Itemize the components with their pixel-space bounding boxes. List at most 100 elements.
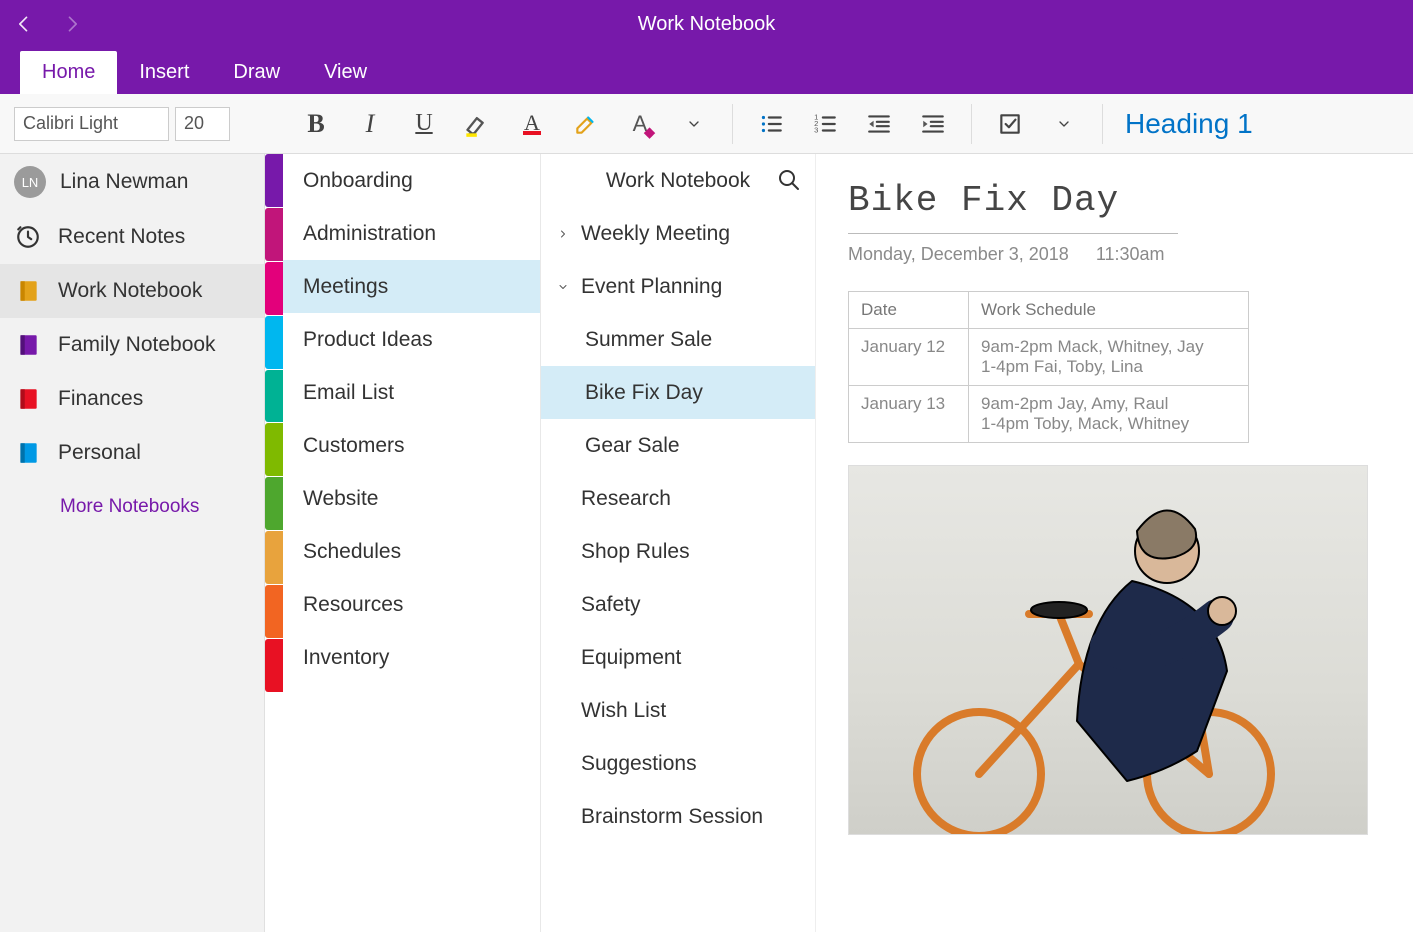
sidebar-item-label: Work Notebook <box>58 279 202 303</box>
font-color-button[interactable]: A <box>508 102 556 146</box>
section-color-tab[interactable] <box>265 477 283 530</box>
page-meta: Monday, December 3, 2018 11:30am <box>848 244 1381 265</box>
page-item[interactable]: Weekly Meeting <box>541 207 815 260</box>
section-item[interactable]: Administration <box>283 207 540 260</box>
page-item[interactable]: Brainstorm Session <box>541 790 815 843</box>
page-date: Monday, December 3, 2018 <box>848 244 1069 264</box>
section-color-tab[interactable] <box>265 262 283 315</box>
chevron-right-icon <box>555 226 571 242</box>
page-item[interactable]: Research <box>541 472 815 525</box>
section-color-tab[interactable] <box>265 639 283 692</box>
page-item[interactable]: Gear Sale <box>541 419 815 472</box>
page-item[interactable]: Safety <box>541 578 815 631</box>
sidebar-item-personal[interactable]: Personal <box>0 426 264 480</box>
bulleted-list-button[interactable] <box>747 102 795 146</box>
sidebar: LN Lina Newman Recent Notes Work Noteboo… <box>0 154 265 932</box>
clear-formatting-button[interactable]: A◆ <box>616 102 664 146</box>
page-item[interactable]: Shop Rules <box>541 525 815 578</box>
page-item-label: Equipment <box>581 646 681 670</box>
tab-draw[interactable]: Draw <box>211 51 302 94</box>
clock-icon <box>14 223 42 251</box>
title-underline <box>848 233 1178 234</box>
page-item[interactable]: Wish List <box>541 684 815 737</box>
section-color-tab[interactable] <box>265 585 283 638</box>
forward-button[interactable] <box>48 0 96 48</box>
page-item-label: Brainstorm Session <box>581 805 763 829</box>
schedule-table[interactable]: Date Work Schedule January 129am-2pm Mac… <box>848 291 1249 443</box>
todo-tag-button[interactable] <box>986 102 1034 146</box>
svg-text:3: 3 <box>814 125 818 134</box>
section-item[interactable]: Resources <box>283 578 540 631</box>
sidebar-item-recent[interactable]: Recent Notes <box>0 210 264 264</box>
font-size-input[interactable] <box>175 107 230 141</box>
page-item[interactable]: Suggestions <box>541 737 815 790</box>
sidebar-item-work-notebook[interactable]: Work Notebook <box>0 264 264 318</box>
more-notebooks-link[interactable]: More Notebooks <box>0 480 264 534</box>
section-color-tab[interactable] <box>265 154 283 207</box>
bold-button[interactable]: B <box>292 102 340 146</box>
account-button[interactable]: LN Lina Newman <box>0 154 264 210</box>
increase-indent-button[interactable] <box>909 102 957 146</box>
page-item-label: Bike Fix Day <box>585 381 703 405</box>
separator <box>971 104 972 144</box>
section-color-tab[interactable] <box>265 531 283 584</box>
section-item[interactable]: Email List <box>283 366 540 419</box>
tab-insert[interactable]: Insert <box>117 51 211 94</box>
ribbon-tabs: Home Insert Draw View <box>0 48 1413 94</box>
sidebar-item-label: Finances <box>58 387 143 411</box>
page-item[interactable]: Bike Fix Day <box>541 366 815 419</box>
styles-dropdown[interactable]: Heading 1 <box>1125 108 1253 140</box>
underline-button[interactable]: U <box>400 102 448 146</box>
section-color-tab[interactable] <box>265 423 283 476</box>
highlight-button[interactable] <box>454 102 502 146</box>
page-item-label: Research <box>581 487 671 511</box>
page-time: 11:30am <box>1096 244 1165 264</box>
section-color-tab[interactable] <box>265 208 283 261</box>
section-item[interactable]: Meetings <box>283 260 540 313</box>
sidebar-item-label: Personal <box>58 441 141 465</box>
numbered-list-button[interactable]: 123 <box>801 102 849 146</box>
table-row[interactable]: January 129am-2pm Mack, Whitney, Jay1-4p… <box>849 329 1249 386</box>
section-item[interactable]: Customers <box>283 419 540 472</box>
section-color-tabs <box>265 154 283 932</box>
embedded-image[interactable] <box>848 465 1368 835</box>
section-item[interactable]: Product Ideas <box>283 313 540 366</box>
section-item[interactable]: Schedules <box>283 525 540 578</box>
section-item[interactable]: Inventory <box>283 631 540 684</box>
page-title[interactable]: Bike Fix Day <box>848 180 1381 221</box>
section-item[interactable]: Website <box>283 472 540 525</box>
pages-header: Work Notebook <box>541 154 815 207</box>
page-item-label: Event Planning <box>581 275 722 299</box>
page-item-label: Shop Rules <box>581 540 690 564</box>
tab-view[interactable]: View <box>302 51 389 94</box>
sidebar-item-finances[interactable]: Finances <box>0 372 264 426</box>
italic-button[interactable]: I <box>346 102 394 146</box>
notebook-icon <box>14 385 42 413</box>
more-font-dropdown[interactable] <box>670 102 718 146</box>
table-cell: January 12 <box>849 329 969 386</box>
notebook-icon <box>14 277 42 305</box>
section-item[interactable]: Onboarding <box>283 154 540 207</box>
page-item[interactable]: Event Planning <box>541 260 815 313</box>
table-cell: 9am-2pm Jay, Amy, Raul1-4pm Toby, Mack, … <box>969 386 1249 443</box>
th-schedule: Work Schedule <box>969 292 1249 329</box>
font-name-input[interactable] <box>14 107 169 141</box>
table-cell: 9am-2pm Mack, Whitney, Jay1-4pm Fai, Tob… <box>969 329 1249 386</box>
sidebar-item-family-notebook[interactable]: Family Notebook <box>0 318 264 372</box>
notebook-icon <box>14 331 42 359</box>
notebook-title[interactable]: Work Notebook <box>638 13 775 35</box>
tab-home[interactable]: Home <box>20 51 117 94</box>
page-item-label: Suggestions <box>581 752 697 776</box>
page-body[interactable]: Bike Fix Day Monday, December 3, 2018 11… <box>816 154 1413 932</box>
section-color-tab[interactable] <box>265 370 283 423</box>
decrease-indent-button[interactable] <box>855 102 903 146</box>
search-button[interactable] <box>777 168 801 198</box>
notebook-icon <box>14 439 42 467</box>
ink-button[interactable] <box>562 102 610 146</box>
page-item[interactable]: Summer Sale <box>541 313 815 366</box>
back-button[interactable] <box>0 0 48 48</box>
section-color-tab[interactable] <box>265 316 283 369</box>
table-row[interactable]: January 139am-2pm Jay, Amy, Raul1-4pm To… <box>849 386 1249 443</box>
page-item[interactable]: Equipment <box>541 631 815 684</box>
tags-dropdown[interactable] <box>1040 102 1088 146</box>
